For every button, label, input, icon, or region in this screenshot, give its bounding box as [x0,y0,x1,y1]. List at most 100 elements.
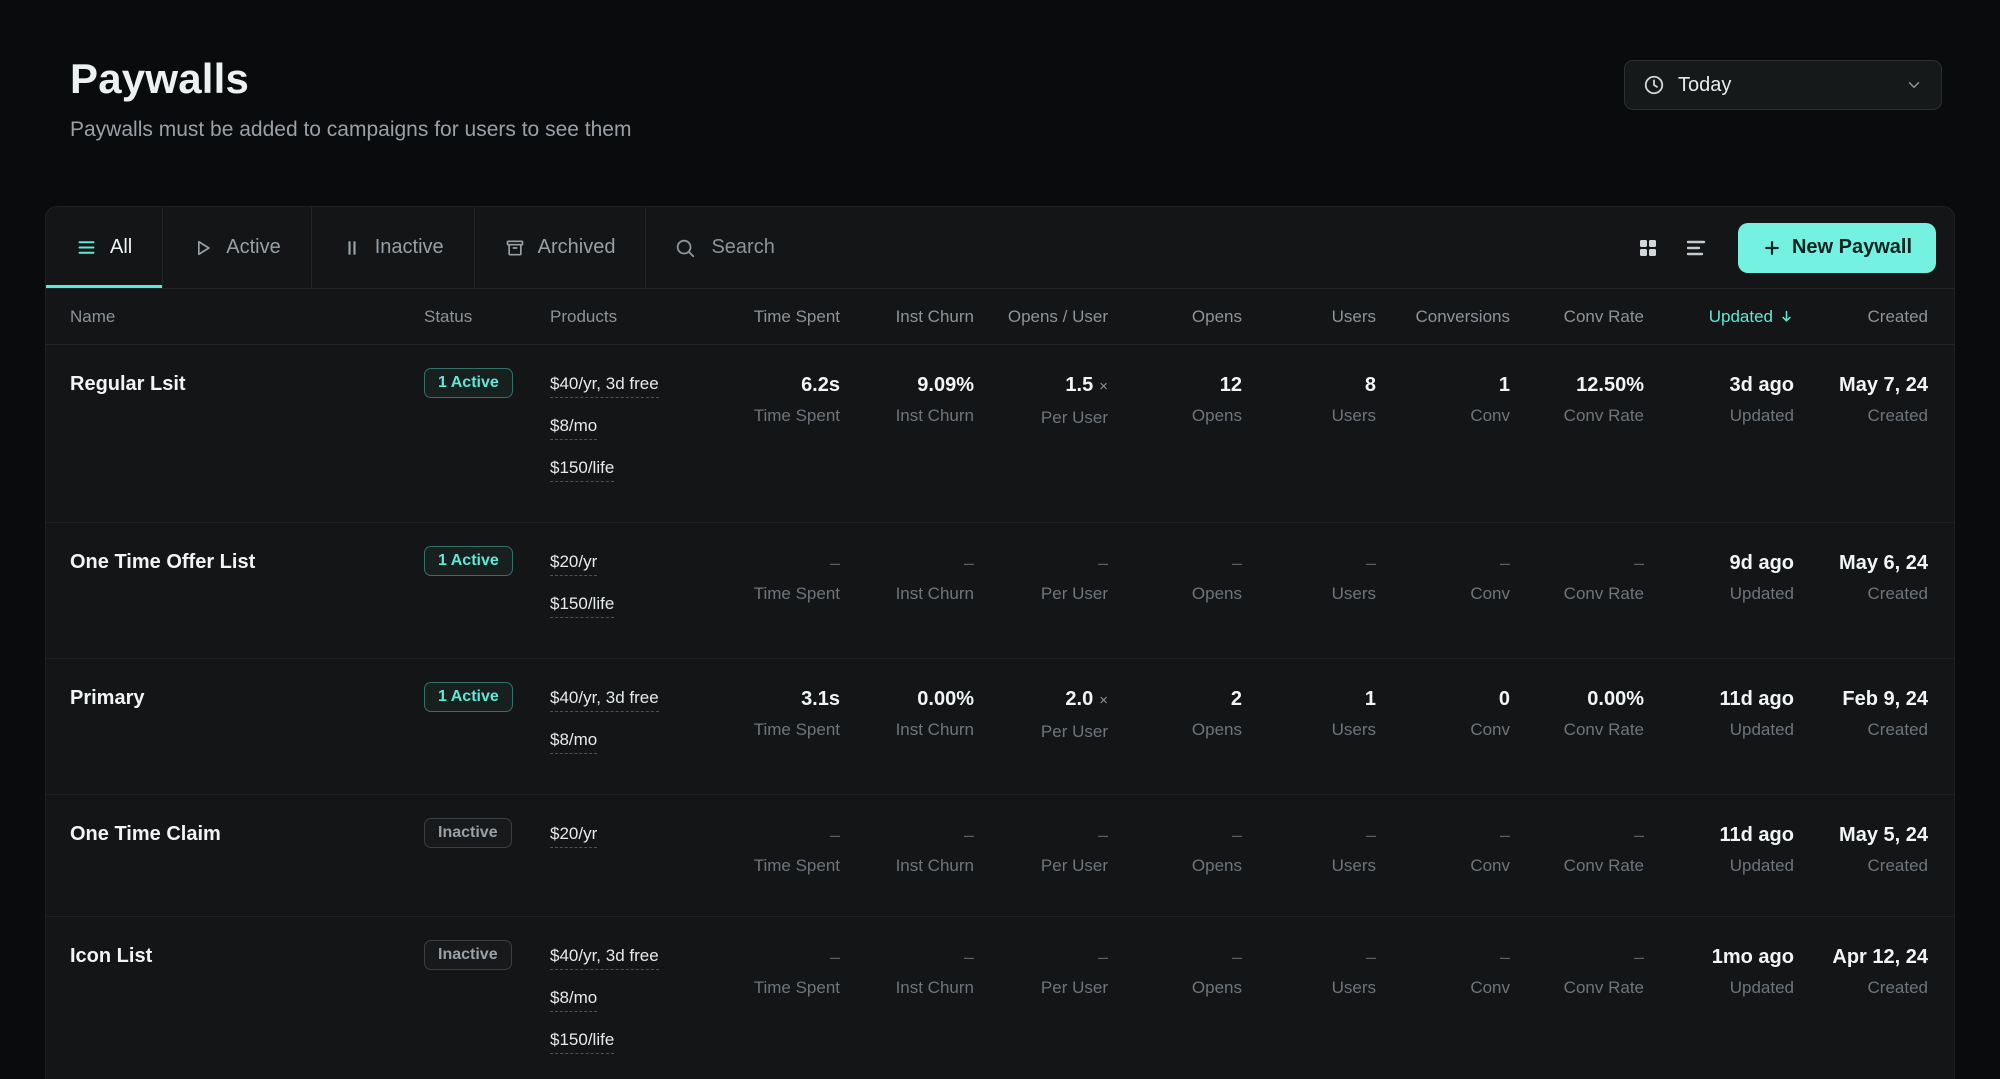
metric-label: Conv Rate [1530,406,1644,426]
metric-cell: – Conv [1386,551,1520,618]
metric-cell: 12.50% Conv Rate [1520,373,1654,482]
metric-label: Time Spent [726,584,840,604]
metric-value: 1 [1365,687,1376,711]
product-tag[interactable]: $8/mo [550,729,597,754]
play-icon [193,238,213,258]
grid-view-button[interactable] [1636,236,1660,260]
metric-cell: – Time Spent [716,945,850,1054]
metric-label: Opens [1128,584,1242,604]
metric-label: Per User [994,584,1108,604]
list-icon [76,237,97,258]
column-header-created[interactable]: Created [1804,307,1954,327]
metric-label: Per User [994,978,1108,998]
column-header-inst-churn[interactable]: Inst Churn [850,307,984,327]
metric-label: Updated [1664,720,1794,740]
metric-label: Updated [1664,856,1794,876]
product-tag[interactable]: $8/mo [550,987,597,1012]
metric-cell: 1mo ago Updated [1654,945,1804,1054]
metric-cell: – Conv Rate [1520,823,1654,876]
product-tag[interactable]: $150/life [550,593,614,618]
metric-label: Conv [1396,406,1510,426]
app: Paywalls Paywalls must be added to campa… [0,0,2000,1079]
metric-value: – [1366,823,1376,847]
product-tag[interactable]: $150/life [550,1029,614,1054]
product-tag[interactable]: $40/yr, 3d free [550,373,659,398]
product-tag[interactable]: $40/yr, 3d free [550,945,659,970]
tab-all-label: All [110,236,132,259]
product-tag[interactable]: $8/mo [550,415,597,440]
tab-active[interactable]: Active [163,207,311,288]
metric-cell: – Users [1252,551,1386,618]
product-tag[interactable]: $150/life [550,457,614,482]
metric-label: Updated [1664,978,1794,998]
metric-cell: – Opens [1118,823,1252,876]
metric-cell: 2.0× Per User [984,687,1118,754]
metric-value: Apr 12, 24 [1832,945,1928,969]
product-tag[interactable]: $20/yr [550,823,597,848]
metric-value: 1mo ago [1712,945,1794,969]
products-cell: $20/yr [540,823,716,876]
column-header-status[interactable]: Status [414,307,540,327]
paywall-name: Icon List [46,945,414,1054]
metric-value: – [1232,551,1242,575]
metric-cell: 6.2s Time Spent [716,373,850,482]
metric-value: 6.2s [801,373,840,397]
metric-cell: 3d ago Updated [1654,373,1804,482]
table-row[interactable]: Regular Lsit 1 Active $40/yr, 3d free$8/… [46,345,1954,523]
column-header-name[interactable]: Name [46,307,414,327]
column-header-time-spent[interactable]: Time Spent [716,307,850,327]
search-icon [674,237,696,259]
table-row[interactable]: One Time Offer List 1 Active $20/yr$150/… [46,523,1954,659]
new-paywall-button[interactable]: New Paywall [1738,223,1936,273]
metric-label: Opens [1128,978,1242,998]
column-header-products[interactable]: Products [540,307,716,327]
column-header-opens-user[interactable]: Opens / User [984,307,1118,327]
tab-all[interactable]: All [46,207,163,288]
metric-cell: 11d ago Updated [1654,823,1804,876]
metric-cell: – Users [1252,823,1386,876]
product-tag[interactable]: $40/yr, 3d free [550,687,659,712]
metric-cell: – Inst Churn [850,551,984,618]
metric-value: – [1634,551,1644,575]
page-subtitle: Paywalls must be added to campaigns for … [70,118,631,142]
metric-label: Per User [994,722,1108,742]
metric-label: Created [1814,584,1928,604]
new-paywall-label: New Paywall [1792,236,1912,259]
metric-cell: 12 Opens [1118,373,1252,482]
table-row[interactable]: Icon List Inactive $40/yr, 3d free$8/mo$… [46,917,1954,1079]
paywalls-card: All Active Inactive Archived [45,206,1955,1079]
metric-cell: – Inst Churn [850,945,984,1054]
column-header-updated[interactable]: Updated [1654,307,1804,327]
products-cell: $40/yr, 3d free $8/mo [540,687,716,754]
product-tag[interactable]: $20/yr [550,551,597,576]
column-header-opens[interactable]: Opens [1118,307,1252,327]
metric-label: Updated [1664,584,1794,604]
metric-value: 9d ago [1730,551,1794,575]
list-view-button[interactable] [1684,236,1708,260]
metric-value: 11d ago [1720,687,1794,711]
metric-value: 2.0 [1065,687,1093,711]
table-body: Regular Lsit 1 Active $40/yr, 3d free$8/… [46,345,1954,1079]
table-row[interactable]: One Time Claim Inactive $20/yr – Time Sp… [46,795,1954,917]
metric-value: 3.1s [801,687,840,711]
tab-archived[interactable]: Archived [475,207,647,288]
paywall-name: One Time Claim [46,823,414,876]
products-cell: $40/yr, 3d free $8/mo $150/life [540,373,716,482]
metric-label: Opens [1128,406,1242,426]
column-header-conversions[interactable]: Conversions [1386,307,1520,327]
metric-value: 1 [1499,373,1510,397]
chevron-down-icon [1905,76,1923,94]
metric-label: Inst Churn [860,584,974,604]
metric-label: Conv [1396,720,1510,740]
status-cell: 1 Active [414,682,540,754]
search-input[interactable] [711,236,1607,259]
products-cell: $40/yr, 3d free $8/mo $150/life [540,945,716,1054]
tab-inactive[interactable]: Inactive [312,207,475,288]
column-header-users[interactable]: Users [1252,307,1386,327]
column-header-conv-rate[interactable]: Conv Rate [1520,307,1654,327]
metric-value: – [1232,945,1242,969]
table-row[interactable]: Primary 1 Active $40/yr, 3d free$8/mo 3.… [46,659,1954,795]
status-cell: Inactive [414,940,540,1054]
date-filter-dropdown[interactable]: Today [1624,60,1942,110]
metric-value: May 5, 24 [1839,823,1928,847]
